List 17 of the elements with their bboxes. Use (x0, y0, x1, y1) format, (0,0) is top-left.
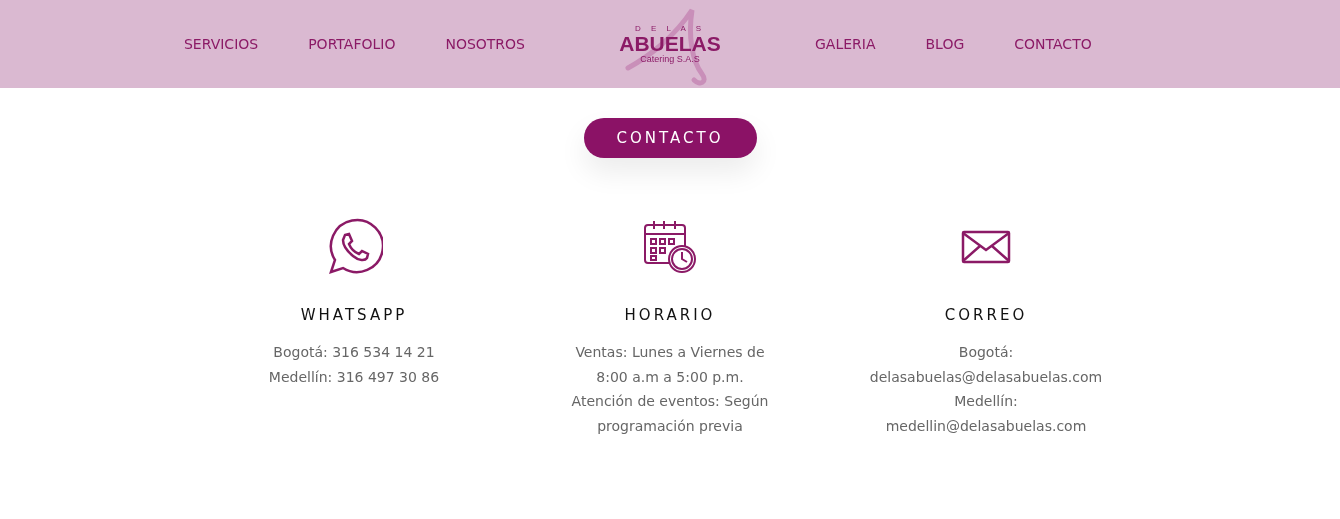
nav-link[interactable]: CONTACTO (1014, 36, 1092, 52)
card-text: Ventas: Lunes a Viernes de 8:00 a.m a 5:00 p.m. Atención de eventos: Según programación previa (571, 343, 769, 436)
contact-button[interactable]: CONTACTO (583, 118, 757, 158)
logo-wordmark: ABUELAS (619, 33, 721, 54)
card-title: CORREO (944, 306, 1028, 324)
calendar-clock-icon (642, 218, 698, 276)
card-title: WHATSAPP (300, 306, 408, 324)
nav-link[interactable]: PORTAFOLIO (308, 36, 396, 52)
nav-link[interactable]: GALERIA (815, 36, 876, 52)
nav-link[interactable]: NOSOTROS (445, 36, 525, 52)
card-text: Bogotá: 316 534 14 21 Medellín: 316 497 30 86 (268, 343, 440, 387)
card-title: HORARIO (624, 306, 716, 324)
logo-subtitle: Catering S.A.S (640, 54, 700, 64)
nav-link[interactable]: BLOG (925, 36, 965, 52)
card-text: Bogotá: delasabuelas@delasabuelas.com Medellín: medellin@delasabuelas.com (869, 343, 1103, 436)
nav-link[interactable]: SERVICIOS (183, 36, 259, 52)
logo-tagline: D E L A S (635, 24, 705, 33)
